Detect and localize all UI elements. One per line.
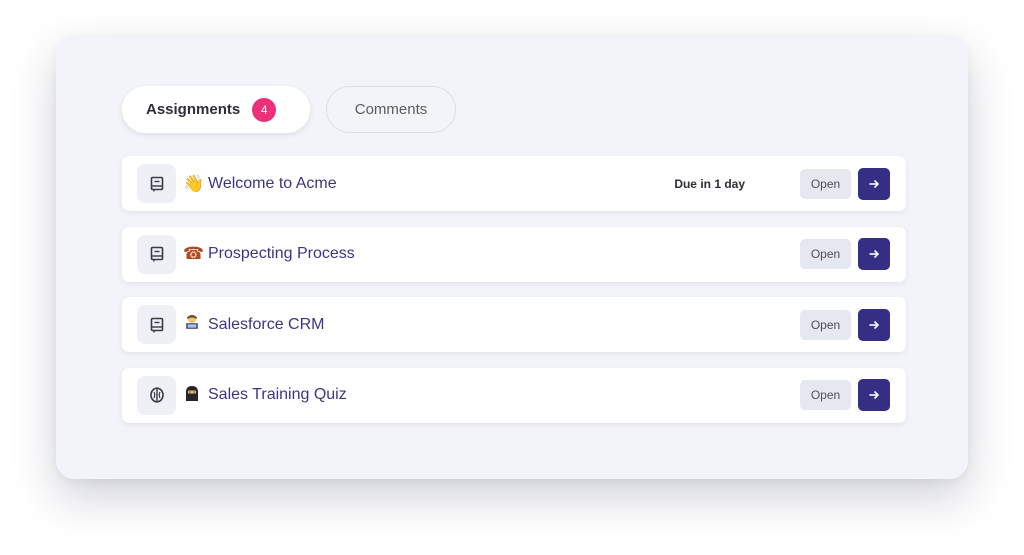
assignment-title[interactable]: Welcome to Acme <box>208 175 337 193</box>
ninja-emoji <box>183 384 205 407</box>
assignment-row-salesforce[interactable]: Salesforce CRM Open <box>122 297 906 352</box>
arrow-right-icon <box>869 249 880 259</box>
assignments-count-badge: 4 <box>252 97 277 122</box>
go-arrow-button[interactable] <box>858 167 890 200</box>
telephone-emoji: ☎ <box>183 244 205 264</box>
assignment-row-prospecting[interactable]: ☎ Prospecting Process Open <box>122 226 906 282</box>
open-button[interactable]: Open <box>800 168 851 199</box>
tab-assignments-label: Assignments <box>146 101 241 118</box>
assignment-title[interactable]: Salesforce CRM <box>208 316 324 334</box>
go-arrow-button[interactable] <box>858 308 890 341</box>
waving-hand-emoji: 👋 <box>183 173 205 194</box>
go-arrow-button[interactable] <box>858 379 890 411</box>
open-button[interactable]: Open <box>800 239 851 269</box>
assignment-list: 👋 Welcome to Acme Due in 1 day Open ☎ Pr… <box>122 156 906 438</box>
tab-bar: Assignments 4 Comments <box>122 86 456 133</box>
tab-assignments[interactable]: Assignments 4 <box>122 86 310 133</box>
assignment-row-welcome[interactable]: 👋 Welcome to Acme Due in 1 day Open <box>122 156 906 211</box>
book-icon <box>137 164 176 203</box>
brain-icon <box>137 375 176 415</box>
tab-comments-label: Comments <box>354 101 428 118</box>
technologist-emoji <box>183 313 205 336</box>
book-icon <box>137 305 176 344</box>
arrow-right-icon <box>869 320 880 329</box>
due-date-label: Due in 1 day <box>674 176 745 191</box>
arrow-right-icon <box>869 179 880 188</box>
assignments-panel: Assignments 4 Comments 👋 Welcome to Acme… <box>56 36 968 479</box>
go-arrow-button[interactable] <box>858 238 890 270</box>
book-icon <box>137 234 176 274</box>
open-button[interactable]: Open <box>800 309 851 340</box>
tab-comments[interactable]: Comments <box>326 86 456 133</box>
arrow-right-icon <box>869 390 880 400</box>
open-button[interactable]: Open <box>800 380 851 410</box>
assignment-title[interactable]: Sales Training Quiz <box>208 386 347 404</box>
assignment-row-quiz[interactable]: Sales Training Quiz Open <box>122 367 906 423</box>
assignment-title[interactable]: Prospecting Process <box>208 245 355 263</box>
